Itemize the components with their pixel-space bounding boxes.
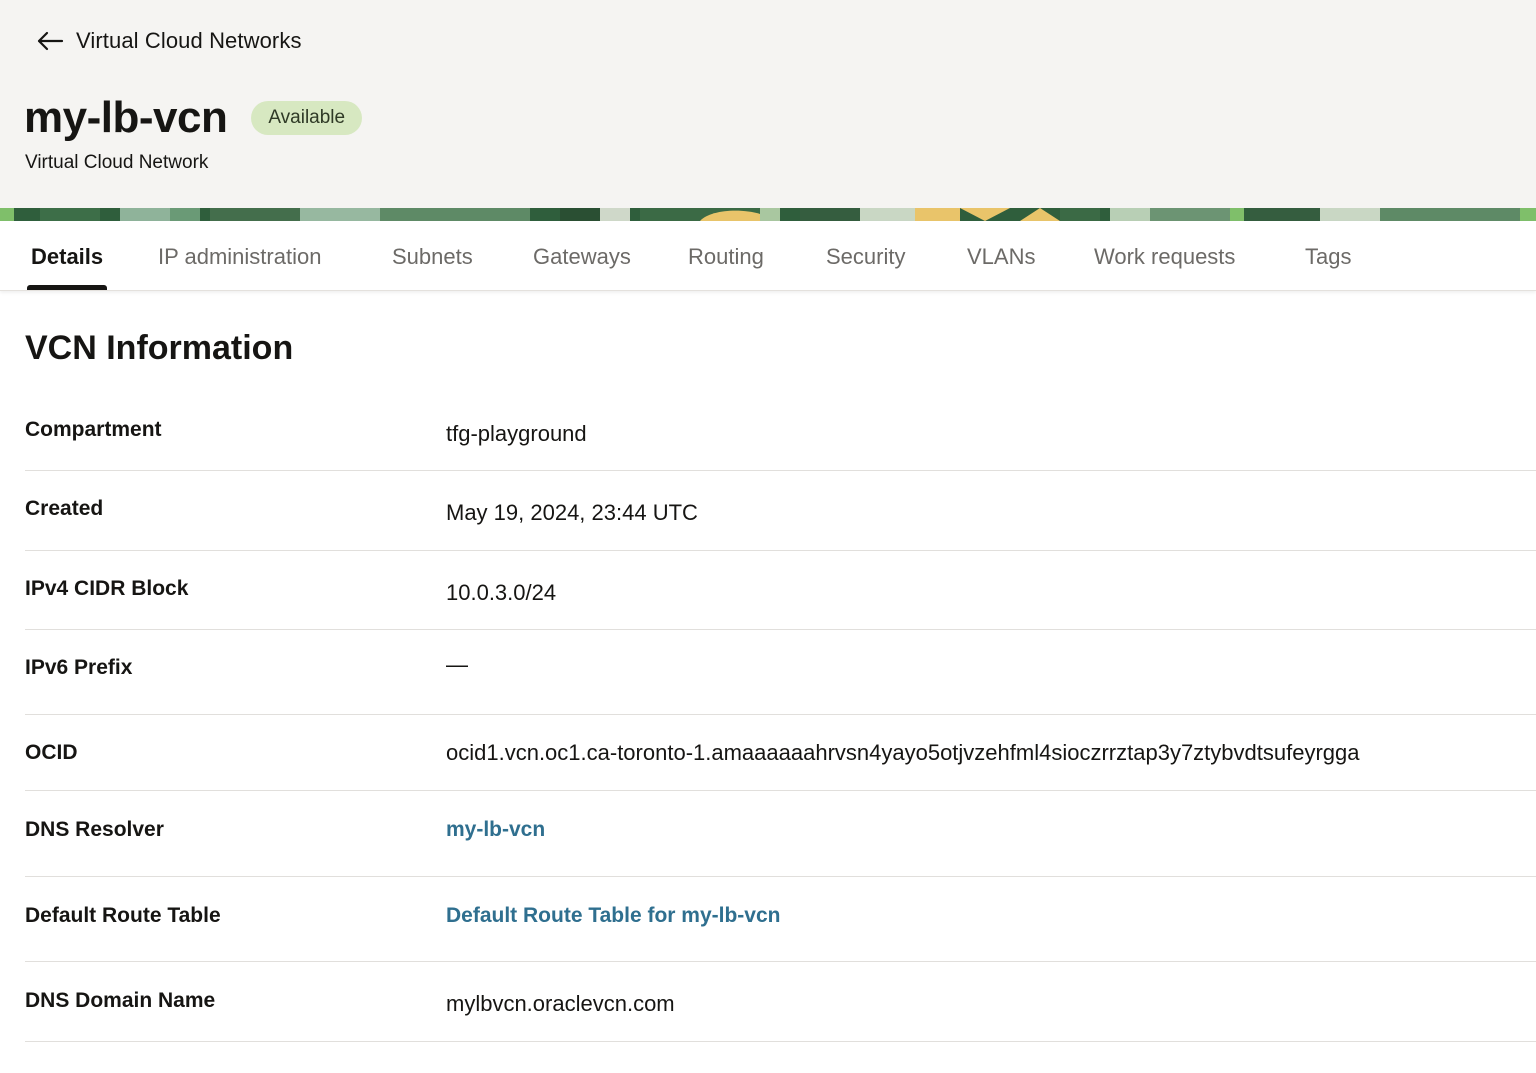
info-label: DNS Resolver xyxy=(25,818,164,841)
info-label: Default Route Table xyxy=(25,904,221,927)
info-label: Compartment xyxy=(25,418,162,441)
info-label: OCID xyxy=(25,741,78,764)
title-row: my-lb-vcn Available xyxy=(24,90,363,146)
info-row-ocid: OCID ocid1.vcn.oc1.ca-toronto-1.amaaaaaa… xyxy=(25,715,1536,791)
back-link-label: Virtual Cloud Networks xyxy=(76,28,302,53)
dns-resolver-link[interactable]: my-lb-vcn xyxy=(446,818,545,842)
info-value-empty: — xyxy=(446,652,468,677)
section-title: VCN Information xyxy=(25,329,294,367)
info-row-compartment: Compartment tfg-playground xyxy=(25,408,1536,471)
ocid-value: ocid1.vcn.oc1.ca-toronto-1.amaaaaaahrvsn… xyxy=(446,740,1360,765)
info-row-ipv4-cidr: IPv4 CIDR Block 10.0.3.0/24 xyxy=(25,551,1536,630)
info-row-default-route-table: Default Route Table Default Route Table … xyxy=(25,877,1536,962)
arrow-left-icon xyxy=(36,31,64,51)
info-label: IPv6 Prefix xyxy=(25,656,133,679)
tab-ip-administration[interactable]: IP administration xyxy=(158,221,321,290)
tab-routing[interactable]: Routing xyxy=(688,221,764,290)
info-value: mylbvcn.oraclevcn.com xyxy=(446,991,675,1016)
info-row-dns-resolver: DNS Resolver my-lb-vcn xyxy=(25,791,1536,877)
info-row-created: Created May 19, 2024, 23:44 UTC xyxy=(25,471,1536,551)
back-link[interactable]: Virtual Cloud Networks xyxy=(36,26,302,56)
info-value: May 19, 2024, 23:44 UTC xyxy=(446,500,698,525)
info-row-dns-domain-name: DNS Domain Name mylbvcn.oraclevcn.com xyxy=(25,962,1536,1042)
tab-details[interactable]: Details xyxy=(31,221,103,290)
info-label: DNS Domain Name xyxy=(25,989,216,1012)
page-subtitle: Virtual Cloud Network xyxy=(25,152,209,173)
active-tab-indicator xyxy=(27,285,107,290)
tab-security[interactable]: Security xyxy=(826,221,905,290)
info-label: Created xyxy=(25,497,104,520)
page-title: my-lb-vcn xyxy=(24,93,228,142)
tab-vlans[interactable]: VLANs xyxy=(967,221,1035,290)
tab-tags[interactable]: Tags xyxy=(1305,221,1351,290)
tab-subnets[interactable]: Subnets xyxy=(392,221,473,290)
tab-bar: Details IP administration Subnets Gatewa… xyxy=(0,221,1536,291)
info-row-ipv6-prefix: IPv6 Prefix — xyxy=(25,630,1536,715)
tab-gateways[interactable]: Gateways xyxy=(533,221,631,290)
info-value: tfg-playground xyxy=(446,421,587,446)
info-value: 10.0.3.0/24 xyxy=(446,580,557,605)
info-label: IPv4 CIDR Block xyxy=(25,577,189,600)
page-header: Virtual Cloud Networks my-lb-vcn Availab… xyxy=(0,0,1536,208)
tab-work-requests[interactable]: Work requests xyxy=(1094,221,1235,290)
decorative-banner xyxy=(0,208,1536,221)
default-route-table-link[interactable]: Default Route Table for my-lb-vcn xyxy=(446,904,780,928)
status-badge: Available xyxy=(251,101,363,135)
